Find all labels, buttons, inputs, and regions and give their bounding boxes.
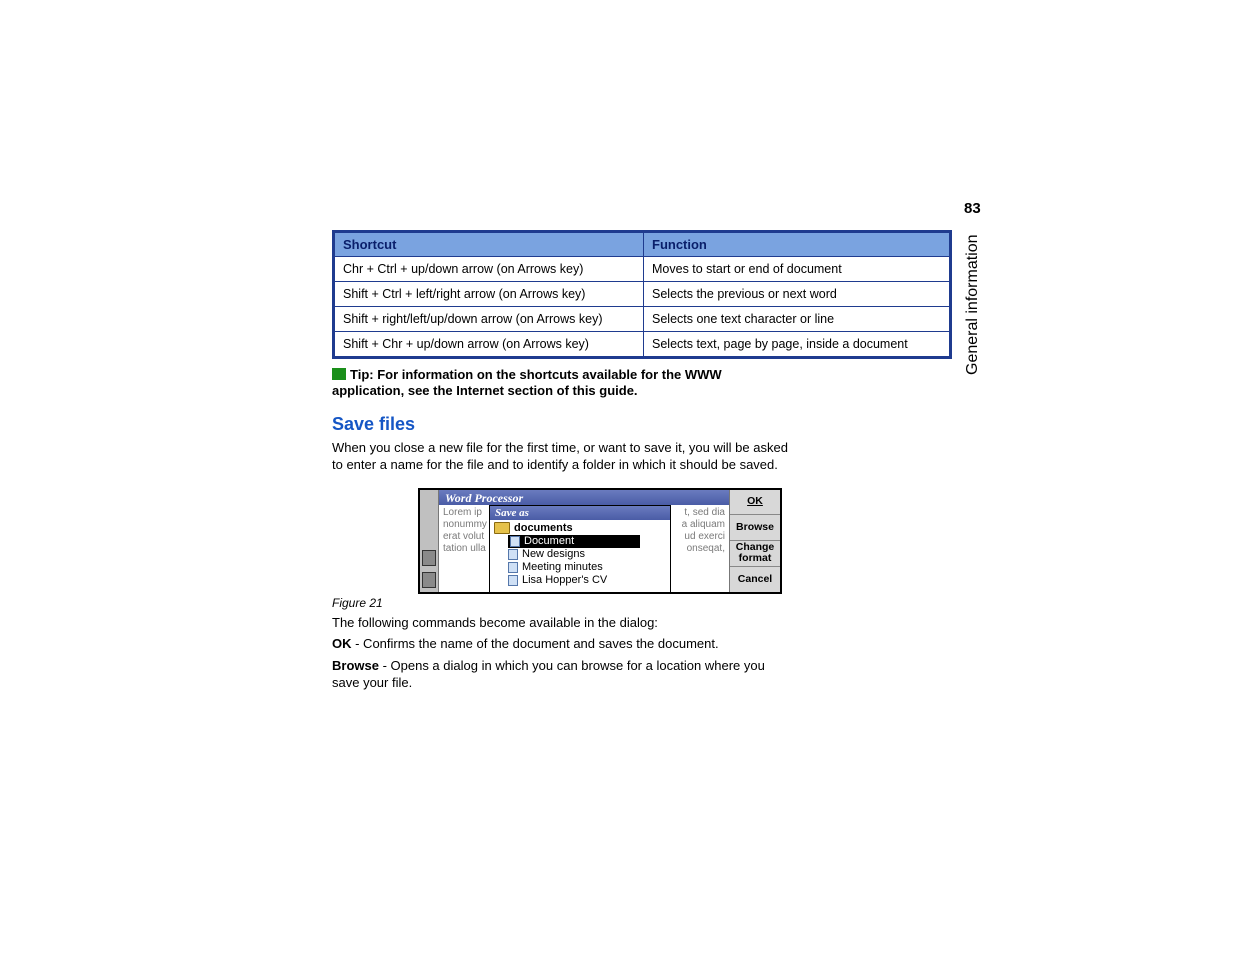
toolbar-icon [422,572,436,588]
heading-save-files: Save files [332,414,952,435]
table-row: Shift + Chr + up/down arrow (on Arrows k… [334,332,951,358]
save-intro: When you close a new file for the first … [332,439,792,474]
device-softkeys: OK Browse Change format Cancel [729,490,780,592]
list-item[interactable]: New designs [508,548,666,561]
background-text: t, sed diaa aliquamud exercionseqat, [682,507,725,555]
app-title: Word Processor [439,490,729,505]
shortcuts-table: Shortcut Function Chr + Ctrl + up/down a… [332,230,952,359]
background-text: Lorem ipnonummyerat voluttation ulla [443,507,487,555]
document-icon [508,562,518,573]
folder-icon [494,522,510,534]
figure-device: Word Processor Lorem ipnonummyerat volut… [418,488,782,594]
document-icon [508,575,518,586]
list-item-selected[interactable]: Document [508,535,640,548]
softkey-change-format[interactable]: Change format [730,541,780,567]
softkey-browse[interactable]: Browse [730,515,780,541]
softkey-cancel[interactable]: Cancel [730,567,780,592]
table-row: Shift + right/left/up/down arrow (on Arr… [334,307,951,332]
cmd-ok: OK - Confirms the name of the document a… [332,635,792,653]
document-icon [510,536,520,547]
after-figure-text: The following commands become available … [332,614,792,632]
table-row: Shift + Ctrl + left/right arrow (on Arro… [334,282,951,307]
device-left-bar [420,490,439,592]
toolbar-icon [422,550,436,566]
list-item[interactable]: Lisa Hopper's CV [508,574,666,587]
figure-caption: Figure 21 [332,596,952,610]
tip-marker-icon [332,368,346,380]
list-item[interactable]: Meeting minutes [508,561,666,574]
tip-paragraph: Tip: For information on the shortcuts av… [332,367,792,400]
folder-row[interactable]: documents [494,522,666,534]
table-row: Chr + Ctrl + up/down arrow (on Arrows ke… [334,257,951,282]
document-icon [508,549,518,560]
page-number: 83 [964,200,981,217]
dialog-title: Save as [490,506,670,520]
softkey-ok[interactable]: OK [730,490,780,516]
col-function: Function [644,232,951,257]
section-side-label: General information [964,225,984,385]
save-as-dialog: Save as documents Document New designs M… [489,505,671,592]
col-shortcut: Shortcut [334,232,644,257]
cmd-browse: Browse - Opens a dialog in which you can… [332,657,792,692]
